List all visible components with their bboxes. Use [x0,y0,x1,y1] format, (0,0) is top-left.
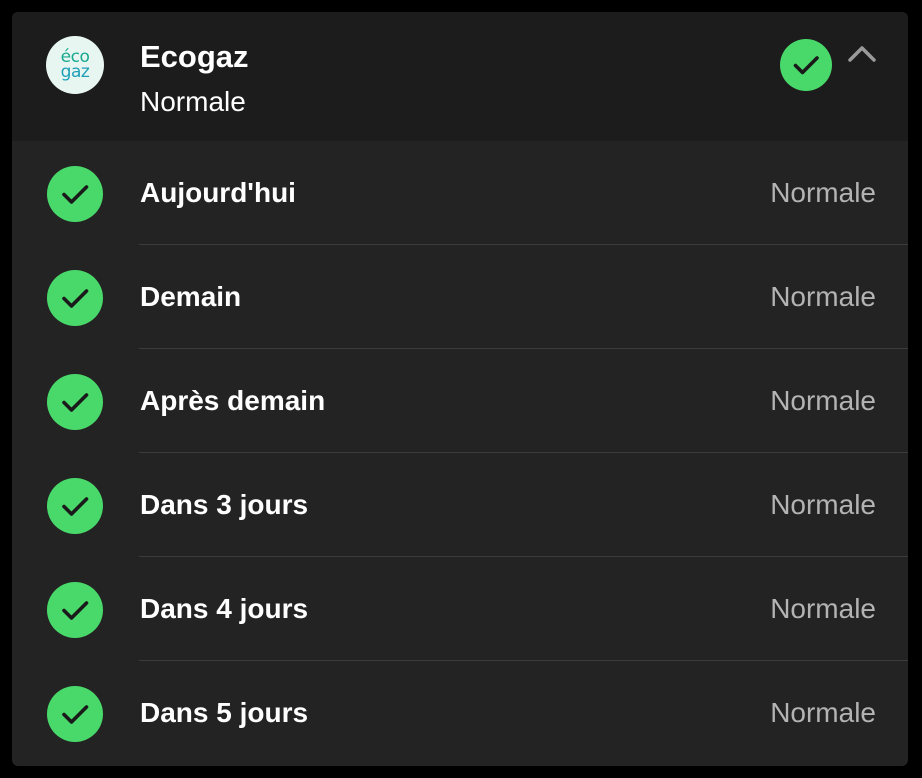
check-circle-icon [47,686,103,742]
logo-text-bottom: gaz [60,62,90,82]
ecogaz-card: éco gaz Ecogaz Normale Aujourd'hui Norma… [12,12,908,766]
entity-title: Ecogaz [140,39,249,74]
forecast-day-label: Aujourd'hui [140,177,296,208]
forecast-status: Normale [770,385,876,416]
check-circle-icon [47,582,103,638]
forecast-status: Normale [770,281,876,312]
check-circle-icon [780,39,832,91]
forecast-day-label: Dans 5 jours [140,697,309,728]
forecast-status: Normale [770,177,876,208]
forecast-status: Normale [770,593,876,624]
forecast-row: Aujourd'hui Normale [12,141,908,245]
entity-state: Normale [140,86,246,117]
check-circle-icon [47,478,103,534]
check-circle-icon [47,166,103,222]
forecast-day-label: Demain [140,281,242,312]
check-circle-icon [47,374,103,430]
forecast-status: Normale [770,489,876,520]
forecast-row: Après demain Normale [12,349,908,453]
check-circle-icon [47,270,103,326]
forecast-status: Normale [770,697,876,728]
chevron-up-icon[interactable] [846,42,878,66]
ecogaz-logo: éco gaz [46,36,104,94]
forecast-row: Dans 3 jours Normale [12,453,908,557]
card-header[interactable]: éco gaz Ecogaz Normale [12,12,908,141]
forecast-row: Demain Normale [12,245,908,349]
forecast-row: Dans 5 jours Normale [12,661,908,765]
forecast-day-label: Après demain [140,385,326,416]
forecast-day-label: Dans 4 jours [140,593,309,624]
forecast-day-label: Dans 3 jours [140,489,309,520]
forecast-row: Dans 4 jours Normale [12,557,908,661]
forecast-list: Aujourd'hui Normale Demain Normale Après… [12,141,908,765]
